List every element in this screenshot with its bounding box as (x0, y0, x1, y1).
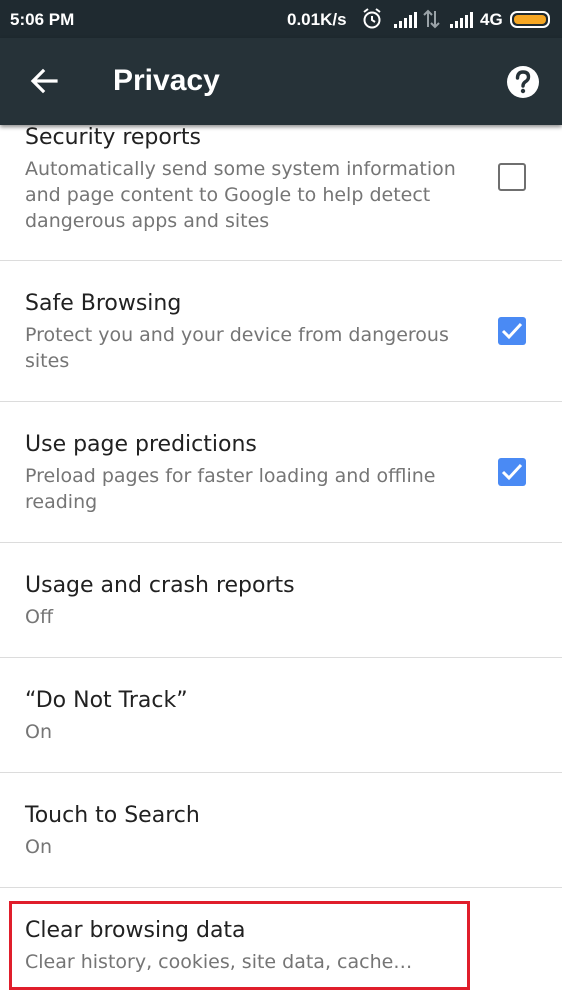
help-button[interactable] (505, 64, 541, 100)
setting-summary: Protect you and your device from dangero… (25, 324, 449, 372)
setting-summary: Automatically send some system informati… (25, 158, 456, 232)
status-icons (363, 8, 550, 29)
setting-title: Use page predictions (25, 432, 257, 457)
back-arrow-icon (30, 68, 58, 94)
network-type: 4G (480, 10, 503, 29)
setting-summary: Preload pages for faster loading and off… (25, 465, 436, 513)
battery-icon (510, 11, 550, 28)
setting-title: Touch to Search (25, 803, 200, 828)
page-title: Privacy (113, 64, 220, 97)
setting-security-reports[interactable]: Security reports Automatically send some… (0, 125, 562, 261)
data-transfer-icon (423, 9, 440, 29)
back-button[interactable] (22, 58, 68, 104)
setting-safe-browsing[interactable]: Safe Browsing Protect you and your devic… (0, 261, 562, 402)
setting-summary: Off (25, 606, 54, 628)
checkmark-icon (501, 463, 523, 481)
setting-clear-browsing-data[interactable]: Clear browsing data Clear history, cooki… (0, 888, 562, 1000)
safe-browsing-checkbox[interactable] (498, 317, 526, 345)
setting-summary: On (25, 836, 52, 858)
setting-touch-to-search[interactable]: Touch to Search On (0, 773, 562, 888)
signal-icon (394, 12, 417, 28)
setting-title: Usage and crash reports (25, 573, 295, 598)
setting-title: Clear browsing data (25, 918, 246, 943)
help-icon (507, 66, 539, 98)
checkmark-icon (501, 322, 523, 340)
setting-summary: On (25, 721, 52, 743)
setting-usage-crash-reports[interactable]: Usage and crash reports Off (0, 543, 562, 658)
alarm-icon (363, 8, 381, 29)
status-bar: 5:06 PM 0.01K/s 4G (0, 0, 562, 38)
app-bar: Privacy (0, 38, 562, 125)
page-predictions-checkbox[interactable] (498, 458, 526, 486)
setting-title: Safe Browsing (25, 291, 182, 316)
setting-page-predictions[interactable]: Use page predictions Preload pages for f… (0, 402, 562, 543)
setting-title: “Do Not Track” (25, 688, 188, 713)
signal-icon (450, 12, 473, 28)
setting-summary: Clear history, cookies, site data, cache… (25, 951, 413, 973)
security-reports-checkbox[interactable] (498, 163, 526, 191)
setting-title: Security reports (25, 125, 201, 150)
status-time: 5:06 PM (10, 10, 75, 29)
setting-do-not-track[interactable]: “Do Not Track” On (0, 658, 562, 773)
network-speed: 0.01K/s (287, 10, 347, 29)
